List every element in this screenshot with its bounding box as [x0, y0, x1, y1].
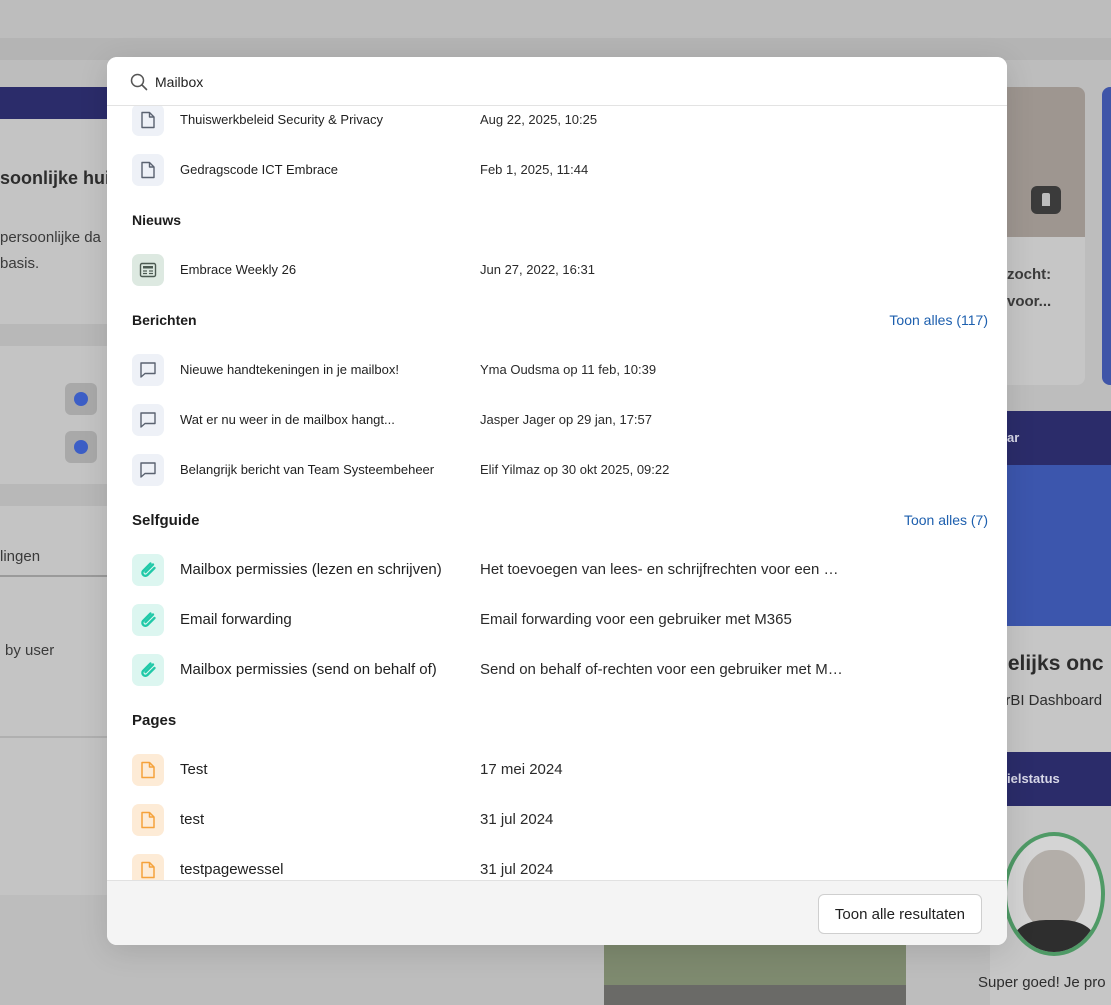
result-author-date: Elif Yilmaz op 30 okt 2025, 09:22	[480, 462, 670, 477]
result-date: Feb 1, 2025, 11:44	[480, 162, 589, 177]
section-header-messages: Berichten Toon alles (117)	[132, 312, 988, 334]
result-title: Wat er nu weer in de mailbox hangt...	[180, 412, 395, 427]
result-title: Mailbox permissies (send on behalf of)	[180, 661, 437, 678]
search-modal: Thuiswerkbeleid Security & Privacy Aug 2…	[107, 57, 1007, 945]
selfguide-logo-icon	[132, 604, 164, 636]
background-app-icon	[65, 431, 97, 463]
background-widget-heading: gelijks onc	[995, 652, 1104, 675]
search-results: Thuiswerkbeleid Security & Privacy Aug 2…	[107, 106, 1007, 880]
result-title: Belangrijk bericht van Team Systeembehee…	[180, 462, 435, 477]
result-title: Email forwarding	[180, 611, 292, 628]
background-left-text: basis.	[0, 255, 40, 272]
result-item-document[interactable]: Thuiswerkbeleid Security & Privacy Aug 2…	[132, 106, 988, 140]
result-description: Email forwarding voor een gebruiker met …	[480, 611, 792, 628]
background-tab-underline	[0, 575, 115, 577]
show-all-selfguide-link[interactable]: Toon alles (7)	[904, 512, 988, 528]
search-icon	[130, 73, 148, 91]
background-left-text: persoonlijke da	[0, 229, 101, 246]
result-title: Gedragscode ICT Embrace	[180, 162, 338, 177]
background-divider	[0, 484, 115, 506]
show-all-results-button[interactable]: Toon alle resultaten	[817, 894, 982, 934]
background-card-title: zocht:	[1007, 266, 1052, 283]
background-card-edge	[1102, 87, 1111, 385]
result-date: Jun 27, 2022, 16:31	[480, 262, 595, 277]
background-widget-subtext: erBI Dashboard	[997, 692, 1103, 709]
result-item-selfguide[interactable]: Email forwarding Email forwarding voor e…	[132, 600, 988, 640]
result-title: testpagewessel	[180, 861, 284, 878]
result-item-message[interactable]: Belangrijk bericht van Team Systeembehee…	[132, 450, 988, 490]
result-item-message[interactable]: Nieuwe handtekeningen in je mailbox! Yma…	[132, 350, 988, 390]
result-date: 31 jul 2024	[480, 861, 554, 878]
result-description: Send on behalf of-rechten voor een gebru…	[480, 661, 845, 678]
background-widget-text: Super goed! Je pro	[978, 974, 1106, 991]
result-item-page[interactable]: test 31 jul 2024	[132, 800, 988, 840]
background-divider	[0, 736, 115, 738]
result-title: Thuiswerkbeleid Security & Privacy	[180, 112, 384, 127]
result-author-date: Yma Oudsma op 11 feb, 10:39	[480, 362, 657, 377]
result-item-message[interactable]: Wat er nu weer in de mailbox hangt... Ja…	[132, 400, 988, 440]
chat-bubble-icon	[132, 404, 164, 436]
result-item-selfguide[interactable]: Mailbox permissies (lezen en schrijven) …	[132, 550, 988, 590]
result-title: Nieuwe handtekeningen in je mailbox!	[180, 362, 399, 377]
result-title: test	[180, 811, 205, 828]
background-app-icon	[65, 383, 97, 415]
chat-bubble-icon	[132, 354, 164, 386]
result-date: 31 jul 2024	[480, 811, 554, 828]
document-icon	[132, 106, 164, 136]
section-title: Berichten	[132, 312, 197, 328]
result-date: Aug 22, 2025, 10:25	[480, 112, 598, 127]
selfguide-logo-icon	[132, 554, 164, 586]
modal-footer: Toon alle resultaten	[107, 880, 1007, 945]
background-card-title: voor...	[1007, 293, 1052, 310]
background-divider	[0, 324, 115, 346]
section-header-news: Nieuws	[132, 212, 988, 234]
background-widget-title: ielstatus	[1007, 771, 1060, 786]
avatar-face	[1023, 850, 1085, 928]
newspaper-icon	[132, 254, 164, 286]
page-icon	[132, 804, 164, 836]
background-left-tab: lingen	[0, 548, 41, 565]
result-title: Test	[180, 761, 208, 778]
page-icon	[132, 854, 164, 880]
result-date: 17 mei 2024	[480, 761, 563, 778]
result-item-selfguide[interactable]: Mailbox permissies (send on behalf of) S…	[132, 650, 988, 690]
pin-icon	[1031, 186, 1061, 214]
background-bottom-photo-road	[604, 985, 906, 1005]
background-widget-body	[990, 465, 1111, 626]
background-left-title: soonlijke huis	[0, 168, 121, 188]
result-item-news[interactable]: Embrace Weekly 26 Jun 27, 2022, 16:31	[132, 250, 988, 290]
search-input[interactable]	[155, 69, 975, 95]
background-left-header-band	[0, 87, 115, 119]
result-title: Mailbox permissies (lezen en schrijven)	[180, 561, 442, 578]
chat-bubble-icon	[132, 454, 164, 486]
page-icon	[132, 754, 164, 786]
section-title: Nieuws	[132, 212, 182, 228]
show-all-messages-link[interactable]: Toon alles (117)	[889, 312, 988, 328]
result-item-document[interactable]: Gedragscode ICT Embrace Feb 1, 2025, 11:…	[132, 150, 988, 190]
section-title: Selfguide	[132, 512, 200, 529]
selfguide-logo-icon	[132, 654, 164, 686]
avatar-shirt	[1013, 920, 1095, 952]
background-profile-avatar	[1003, 832, 1105, 956]
section-title: Pages	[132, 712, 177, 729]
background-widget-title: ar	[1007, 430, 1020, 445]
result-item-page[interactable]: Test 17 mei 2024	[132, 750, 988, 790]
result-title: Embrace Weekly 26	[180, 262, 297, 277]
search-bar	[107, 57, 1007, 106]
result-author-date: Jasper Jager op 29 jan, 17:57	[480, 412, 653, 427]
document-icon	[132, 154, 164, 186]
background-left-text: by user	[5, 642, 55, 659]
result-description: Het toevoegen van lees- en schrijfrechte…	[480, 561, 845, 578]
section-header-pages: Pages	[132, 712, 988, 734]
result-item-page[interactable]: testpagewessel 31 jul 2024	[132, 850, 988, 880]
section-header-selfguide: Selfguide Toon alles (7)	[132, 512, 988, 534]
